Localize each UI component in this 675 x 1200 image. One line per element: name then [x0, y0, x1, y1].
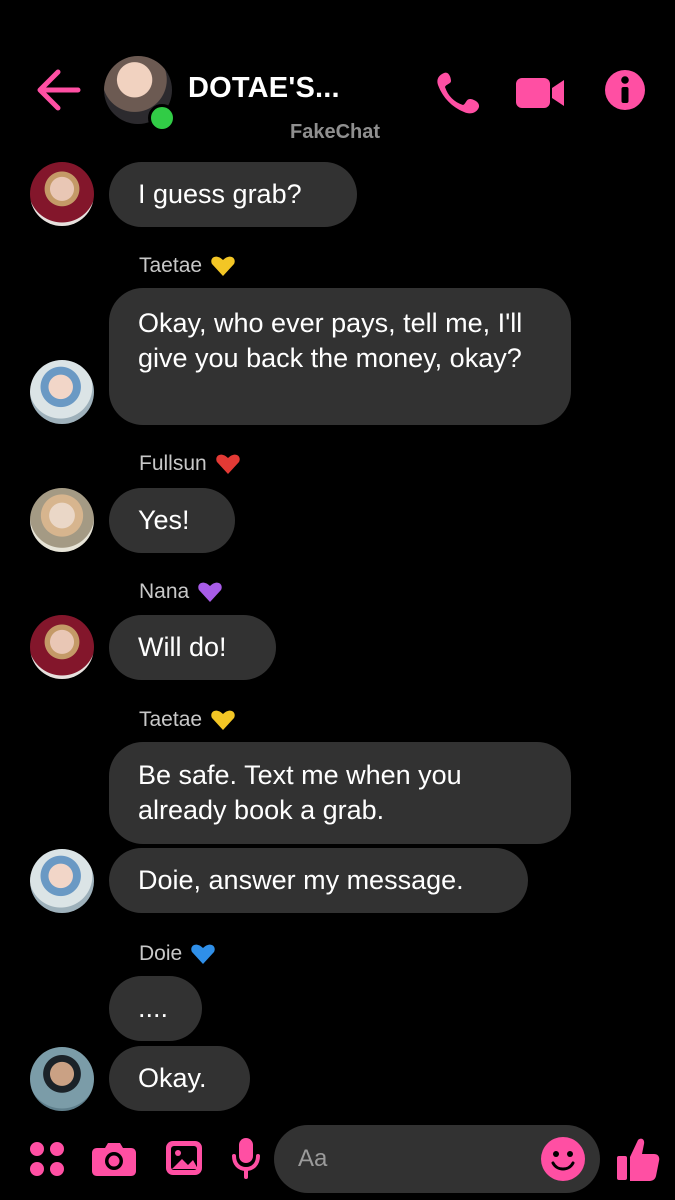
sender-name-text: Taetae [139, 708, 203, 731]
message-bubble[interactable]: I guess grab? [109, 162, 357, 227]
sender-name-text: Fullsun [139, 452, 207, 475]
sender-avatar[interactable] [30, 615, 94, 679]
sender-name-text: Taetae [139, 254, 203, 277]
camera-icon[interactable] [92, 1140, 136, 1176]
message-bubble[interactable]: Okay, who ever pays, tell me, I'll give … [109, 288, 571, 425]
sender-name: Fullsun [139, 450, 241, 478]
message-bubble[interactable]: Be safe. Text me when you already book a… [109, 742, 571, 844]
gallery-icon[interactable] [164, 1139, 204, 1177]
sender-name: Taetae [139, 706, 236, 734]
sender-name: Nana [139, 578, 223, 606]
yellow-heart-icon [211, 710, 235, 730]
message-bubble[interactable]: Will do! [109, 615, 276, 680]
yellow-heart-icon [211, 256, 235, 276]
sender-name-text: Doie [139, 942, 183, 965]
sender-name-text: Nana [139, 580, 190, 603]
message-bubble[interactable]: Yes! [109, 488, 235, 553]
apps-icon[interactable] [29, 1141, 65, 1177]
sender-name: Doie [139, 940, 216, 968]
back-arrow-icon[interactable] [34, 68, 82, 112]
online-status-dot [148, 104, 176, 132]
message-bubble[interactable]: Doie, answer my message. [109, 848, 528, 913]
sender-avatar[interactable] [30, 849, 94, 913]
sender-avatar[interactable] [30, 1047, 94, 1111]
emoji-icon[interactable] [540, 1136, 586, 1182]
red-heart-icon [215, 454, 240, 474]
phone-icon[interactable] [434, 68, 484, 116]
info-icon[interactable] [604, 69, 646, 111]
microphone-icon[interactable] [231, 1137, 261, 1179]
message-input-placeholder: Aa [298, 1145, 328, 1172]
watermark-label: FakeChat [290, 121, 381, 143]
chat-header: DOTAE'S... FakeChat [0, 0, 675, 150]
sender-avatar[interactable] [30, 488, 94, 552]
sender-avatar[interactable] [30, 360, 94, 424]
message-bubble[interactable]: .... [109, 976, 202, 1041]
sender-name: Taetae [139, 252, 236, 280]
chat-title[interactable]: DOTAE'S... [188, 72, 340, 105]
video-call-icon[interactable] [514, 71, 566, 115]
blue-heart-icon [191, 944, 215, 964]
thumbs-up-icon[interactable] [616, 1136, 660, 1182]
purple-heart-icon [198, 582, 222, 602]
sender-avatar[interactable] [30, 162, 94, 226]
message-bubble[interactable]: Okay. [109, 1046, 250, 1111]
